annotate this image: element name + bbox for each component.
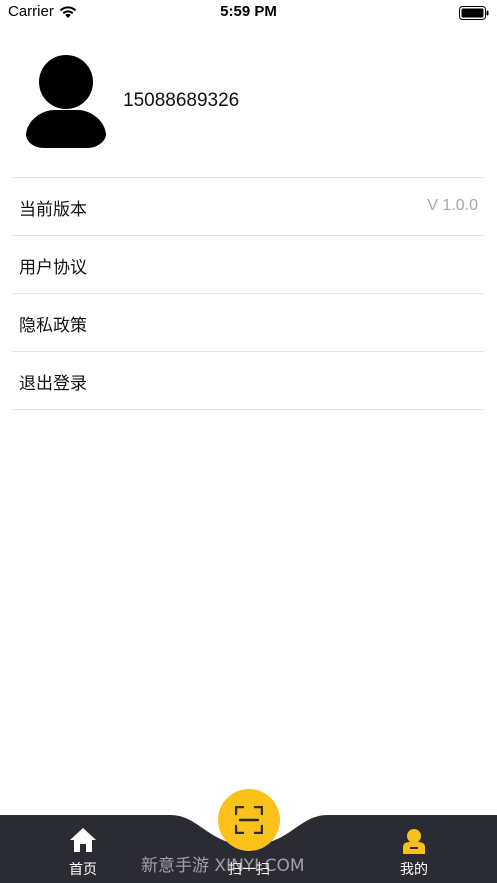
user-avatar-icon[interactable] xyxy=(24,54,108,152)
menu-item-version[interactable]: 当前版本 V 1.0.0 xyxy=(12,178,484,236)
tab-mine[interactable]: 我的 xyxy=(369,815,459,883)
scan-button[interactable] xyxy=(218,789,280,851)
status-time: 5:59 PM xyxy=(220,3,277,20)
tab-home-label: 首页 xyxy=(69,862,97,878)
settings-menu: 当前版本 V 1.0.0 用户协议 隐私政策 退出登录 xyxy=(12,177,484,410)
person-icon xyxy=(400,827,428,859)
menu-item-label: 用户协议 xyxy=(19,258,87,278)
menu-item-user-agreement[interactable]: 用户协议 xyxy=(12,236,484,294)
scan-icon xyxy=(234,805,264,838)
tab-scan-label[interactable]: 扫一扫 xyxy=(204,859,294,879)
menu-item-label: 退出登录 xyxy=(19,374,87,394)
menu-item-logout[interactable]: 退出登录 xyxy=(12,352,484,410)
battery-icon xyxy=(459,5,489,24)
tab-home[interactable]: 首页 xyxy=(38,815,128,883)
tab-mine-label: 我的 xyxy=(400,862,428,878)
status-bar: Carrier 5:59 PM xyxy=(0,0,497,26)
menu-item-label: 当前版本 xyxy=(19,200,87,220)
home-icon xyxy=(69,827,97,857)
menu-item-privacy-policy[interactable]: 隐私政策 xyxy=(12,294,484,352)
user-phone-number: 15088689326 xyxy=(123,90,240,111)
profile-header[interactable]: 15088689326 xyxy=(0,50,497,160)
menu-item-label: 隐私政策 xyxy=(19,316,87,336)
version-value: V 1.0.0 xyxy=(427,197,478,214)
